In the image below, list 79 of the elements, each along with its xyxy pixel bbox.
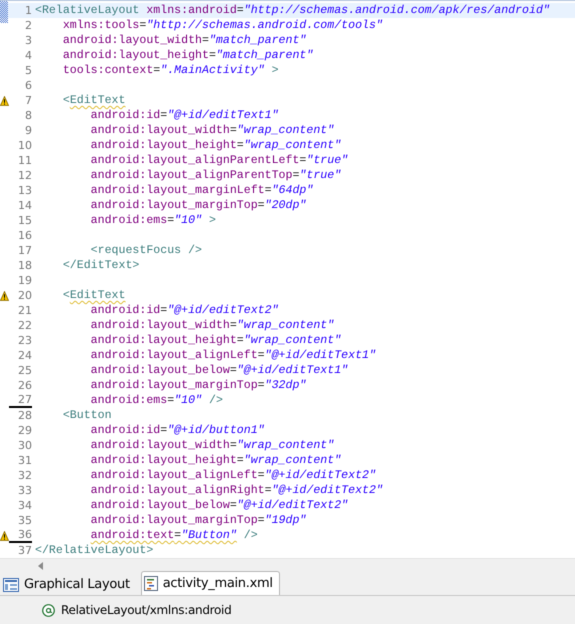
status-text: RelativeLayout/xmlns:android — [61, 603, 232, 617]
code-line: android:layout_marginTop="19dp" — [90, 513, 306, 528]
editor-tab[interactable]: Graphical Layout — [0, 573, 137, 595]
code-line: android:id="@+id/button1" — [90, 423, 265, 438]
xml-file-icon — [144, 576, 158, 591]
code-line: xmlns:tools="http://schemas.android.com/tools" — [62, 18, 383, 33]
code-line: android:layout_height="match_parent" — [62, 48, 314, 63]
line-number: 28 — [17, 409, 32, 422]
line-number: 16 — [17, 229, 32, 242]
line-number: 7 — [24, 94, 32, 107]
code-line: android:id="@+id/editText1" — [90, 108, 279, 123]
line-number: 30 — [17, 439, 32, 452]
code-line: android:text="Button" /> — [90, 528, 258, 543]
line-number: 3 — [24, 34, 32, 47]
line-number: 9 — [24, 124, 32, 137]
line-number: 8 — [24, 109, 32, 122]
attribute-icon — [42, 604, 55, 616]
line-number: 31 — [17, 454, 32, 467]
code-line: android:layout_alignLeft="@+id/editText1" — [90, 348, 376, 363]
line-number: 1 — [24, 4, 32, 17]
code-line: android:layout_alignParentTop="true" — [90, 168, 342, 183]
line-number: 12 — [17, 169, 32, 182]
line-number: 33 — [17, 484, 32, 497]
code-line: </RelativeLayout> — [35, 543, 154, 558]
change-marker — [0, 1, 8, 23]
scroll-left-icon[interactable] — [38, 562, 43, 570]
code-line: <Button — [62, 408, 112, 423]
code-line: android:layout_width="wrap_content" — [90, 318, 334, 333]
line-number: 14 — [17, 199, 32, 212]
line-number: 24 — [17, 349, 32, 362]
line-number: 17 — [17, 244, 32, 257]
line-number: 20 — [17, 289, 32, 302]
code-line: <EditText — [62, 93, 126, 108]
line-number: 4 — [24, 49, 32, 62]
editor-tab[interactable]: activity_main.xml — [140, 571, 280, 595]
line-number: 23 — [17, 334, 32, 347]
code-line: android:layout_marginTop="32dp" — [90, 378, 306, 393]
code-line: android:layout_height="wrap_content" — [90, 138, 342, 153]
layout-icon — [3, 578, 19, 592]
line-number: 22 — [17, 319, 32, 332]
line-number: 11 — [17, 154, 32, 167]
line-number: 15 — [17, 214, 32, 227]
code-line: android:layout_alignRight="@+id/editText2" — [90, 483, 383, 498]
line-number: 36 — [9, 528, 32, 543]
line-number: 37 — [17, 544, 32, 557]
line-number: 25 — [17, 364, 32, 377]
code-line: android:layout_width="wrap_content" — [90, 123, 334, 138]
code-line: android:ems="10" > — [90, 213, 216, 228]
code-line: android:layout_height="wrap_content" — [90, 453, 342, 468]
line-number: 32 — [17, 469, 32, 482]
code-line: android:id="@+id/editText2" — [90, 303, 279, 318]
line-number: 18 — [17, 259, 32, 272]
line-number: 10 — [17, 139, 32, 152]
line-number: 29 — [17, 424, 32, 437]
line-number: 5 — [24, 64, 32, 77]
code-line: android:layout_alignLeft="@+id/editText2" — [90, 468, 376, 483]
code-line: <RelativeLayout xmlns:android="http://schemas.android.com/apk/res/android" — [35, 3, 550, 18]
line-number: 13 — [17, 184, 32, 197]
code-line: android:ems="10" /> — [90, 393, 223, 408]
line-number: 2 — [24, 19, 32, 32]
code-line: </EditText> — [62, 258, 140, 273]
code-line: tools:context=".MainActivity" > — [62, 63, 279, 78]
code-line: android:layout_marginTop="20dp" — [90, 198, 306, 213]
line-number: 35 — [17, 514, 32, 527]
line-number: 21 — [17, 304, 32, 317]
code-line: <EditText — [62, 288, 126, 303]
code-line: android:layout_height="wrap_content" — [90, 333, 342, 348]
code-line: android:layout_below="@+id/editText1" — [90, 363, 348, 378]
code-line: android:layout_alignParentLeft="true" — [90, 153, 348, 168]
line-number: 34 — [17, 499, 32, 512]
code-line: android:layout_width="wrap_content" — [90, 438, 334, 453]
code-line: android:layout_marginLeft="64dp" — [90, 183, 314, 198]
line-number: 27 — [9, 393, 32, 408]
code-line: android:layout_width="match_parent" — [62, 33, 306, 48]
code-line: <requestFocus /> — [90, 243, 202, 258]
line-number: 6 — [24, 79, 32, 92]
line-number: 19 — [17, 274, 32, 287]
line-number: 26 — [17, 379, 32, 392]
code-line: android:layout_below="@+id/editText2" — [90, 498, 348, 513]
